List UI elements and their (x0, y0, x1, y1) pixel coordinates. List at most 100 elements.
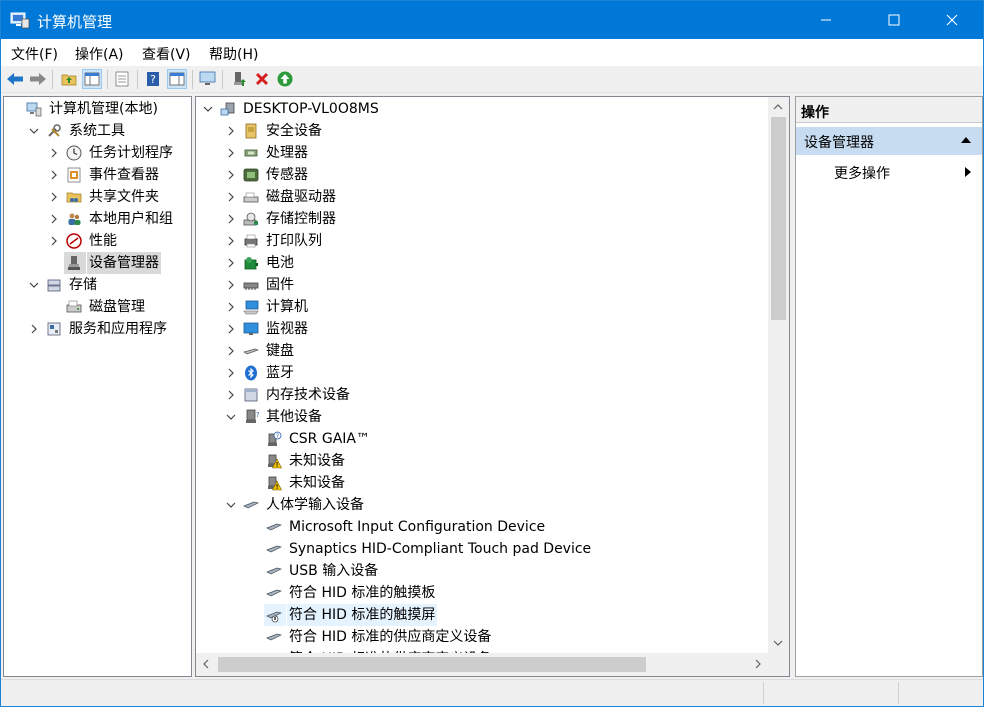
maximize-button[interactable] (871, 1, 917, 39)
device-tree-item[interactable]: USB 输入设备 (196, 560, 768, 582)
device-tree-item[interactable]: Microsoft Input Configuration Device (196, 516, 768, 538)
submenu-arrow-icon[interactable] (964, 166, 972, 178)
chevron-right-icon[interactable] (226, 324, 236, 334)
expand-toggle[interactable] (225, 208, 237, 230)
chevron-right-icon[interactable] (226, 280, 236, 290)
chevron-right-icon[interactable] (226, 258, 236, 268)
uninstall-device-button[interactable] (252, 69, 272, 89)
scroll-up-icon[interactable] (773, 103, 783, 111)
up-folder-button[interactable] (59, 69, 79, 89)
expand-toggle[interactable] (225, 296, 237, 318)
console-tree-item[interactable]: 磁盘管理 (4, 296, 191, 318)
expand-toggle[interactable] (225, 120, 237, 142)
chevron-right-icon[interactable] (29, 324, 39, 334)
chevron-down-icon[interactable] (203, 104, 213, 114)
device-tree-pane[interactable]: DESKTOP-VL0O8MS 安全设备 处理器 传感器 磁盘驱动器 存储控制器 打印队列电… (195, 96, 790, 677)
menu-file[interactable]: 文件(F) (11, 44, 58, 64)
chevron-down-icon[interactable] (226, 412, 236, 422)
expand-toggle[interactable] (225, 318, 237, 340)
console-tree-item[interactable]: 系统工具 (4, 120, 191, 142)
console-tree-item[interactable]: 事件查看器 (4, 164, 191, 186)
expand-toggle[interactable] (28, 120, 40, 142)
device-tree-item[interactable]: 未知设备 (196, 472, 768, 494)
chevron-right-icon[interactable] (226, 302, 236, 312)
chevron-right-icon[interactable] (226, 126, 236, 136)
enable-device-button[interactable] (275, 69, 295, 89)
chevron-down-icon[interactable] (29, 126, 39, 136)
expand-toggle[interactable] (225, 230, 237, 252)
expand-toggle[interactable] (48, 230, 60, 252)
device-tree-item[interactable]: ? CSR GAIA™ (196, 428, 768, 450)
chevron-right-icon[interactable] (226, 192, 236, 202)
device-tree-item[interactable]: Synaptics HID-Compliant Touch pad Device (196, 538, 768, 560)
device-tree-item[interactable]: 传感器 (196, 164, 768, 186)
expand-toggle[interactable] (28, 318, 40, 340)
device-tree-item[interactable]: 安全设备 (196, 120, 768, 142)
minimize-button[interactable] (803, 1, 849, 39)
chevron-right-icon[interactable] (226, 148, 236, 158)
device-tree-item[interactable]: 计算机 (196, 296, 768, 318)
device-tree-item[interactable]: 蓝牙 (196, 362, 768, 384)
expand-toggle[interactable] (225, 494, 237, 516)
chevron-right-icon[interactable] (49, 170, 59, 180)
chevron-right-icon[interactable] (49, 192, 59, 202)
show-hide-tree-button[interactable] (82, 69, 102, 89)
console-tree-item[interactable]: 本地用户和组 (4, 208, 191, 230)
expand-toggle[interactable] (225, 274, 237, 296)
forward-button[interactable] (28, 69, 48, 89)
actions-section-device-manager[interactable]: 设备管理器 (796, 127, 982, 155)
device-tree-item[interactable]: 存储控制器 (196, 208, 768, 230)
expand-toggle[interactable] (225, 252, 237, 274)
chevron-down-icon[interactable] (29, 280, 39, 290)
console-tree-item[interactable]: 任务计划程序 (4, 142, 191, 164)
console-tree-item[interactable]: 存储 (4, 274, 191, 296)
help-button[interactable]: ? (143, 69, 163, 89)
device-tree-item[interactable]: 磁盘驱动器 (196, 186, 768, 208)
console-tree-item[interactable]: 共享文件夹 (4, 186, 191, 208)
vertical-scroll-thumb[interactable] (771, 117, 786, 320)
chevron-right-icon[interactable] (226, 170, 236, 180)
expand-toggle[interactable] (225, 142, 237, 164)
close-button[interactable] (929, 1, 975, 39)
device-tree-item[interactable]: 固件 (196, 274, 768, 296)
vertical-scrollbar[interactable] (768, 97, 789, 653)
device-tree-item[interactable]: 处理器 (196, 142, 768, 164)
console-tree-item[interactable]: 性能 (4, 230, 191, 252)
horizontal-scroll-thumb[interactable] (218, 657, 646, 672)
chevron-right-icon[interactable] (226, 368, 236, 378)
chevron-right-icon[interactable] (226, 214, 236, 224)
device-tree-item[interactable]: 人体学输入设备 (196, 494, 768, 516)
scroll-right-icon[interactable] (754, 659, 762, 669)
expand-toggle[interactable] (48, 186, 60, 208)
show-action-pane-button[interactable] (167, 69, 187, 89)
more-actions-item[interactable]: 更多操作 (834, 163, 890, 183)
expand-toggle[interactable] (48, 164, 60, 186)
collapse-triangle-icon[interactable] (960, 136, 972, 144)
chevron-right-icon[interactable] (226, 390, 236, 400)
scan-hardware-button[interactable] (198, 69, 218, 89)
device-tree-item[interactable]: 键盘 (196, 340, 768, 362)
menu-action[interactable]: 操作(A) (75, 44, 124, 64)
chevron-right-icon[interactable] (226, 346, 236, 356)
expand-toggle[interactable] (225, 164, 237, 186)
chevron-down-icon[interactable] (226, 500, 236, 510)
expand-toggle[interactable] (225, 340, 237, 362)
chevron-right-icon[interactable] (226, 236, 236, 246)
expand-toggle[interactable] (202, 98, 214, 120)
expand-toggle[interactable] (48, 208, 60, 230)
update-driver-button[interactable] (229, 69, 249, 89)
device-tree-item[interactable]: DESKTOP-VL0O8MS (196, 98, 768, 120)
horizontal-scrollbar[interactable] (196, 653, 768, 676)
expand-toggle[interactable] (225, 384, 237, 406)
chevron-right-icon[interactable] (49, 236, 59, 246)
expand-toggle[interactable] (225, 362, 237, 384)
menu-view[interactable]: 查看(V) (142, 44, 191, 64)
device-tree-item[interactable]: 电池 (196, 252, 768, 274)
expand-toggle[interactable] (28, 274, 40, 296)
properties-button[interactable] (112, 69, 132, 89)
device-tree-item[interactable]: 符合 HID 标准的供应商定义设备 (196, 626, 768, 648)
menu-help[interactable]: 帮助(H) (209, 44, 258, 64)
device-tree-item[interactable]: 内存技术设备 (196, 384, 768, 406)
chevron-right-icon[interactable] (49, 214, 59, 224)
device-tree-item[interactable]: 符合 HID 标准的触摸屏 (196, 604, 768, 626)
